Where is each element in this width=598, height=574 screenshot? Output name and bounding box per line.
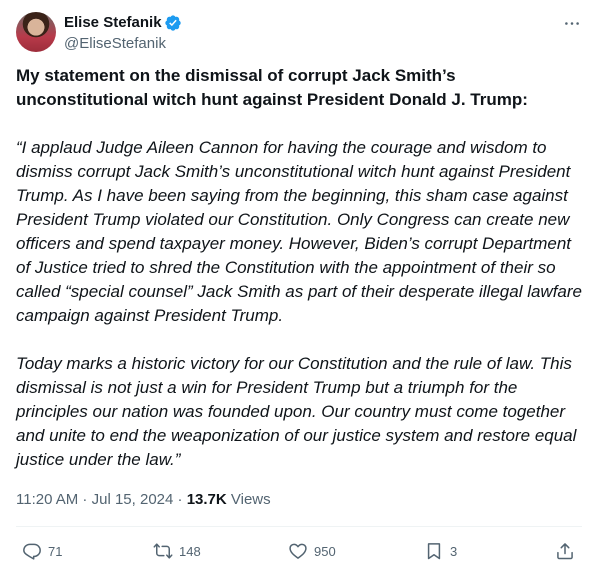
reply-button[interactable]: 71 [22, 541, 62, 561]
action-bar: 71 148 950 3 [16, 535, 582, 567]
share-button[interactable] [555, 541, 575, 561]
tweet-text: My statement on the dismissal of corrupt… [16, 64, 582, 472]
like-button[interactable]: 950 [288, 541, 336, 561]
heart-icon [289, 543, 307, 559]
tweet-date[interactable]: Jul 15, 2024 [92, 491, 174, 508]
reply-icon [23, 543, 41, 560]
tweet-paragraph-1: “I applaud Judge Aileen Cannon for havin… [16, 138, 582, 325]
tweet-time[interactable]: 11:20 AM [16, 491, 78, 508]
views-label: Views [226, 491, 271, 508]
verified-badge-icon[interactable] [164, 14, 182, 32]
meta-separator: · [173, 491, 187, 508]
tweet-header: Elise Stefanik @EliseStefanik [16, 12, 582, 54]
repost-icon [153, 543, 173, 559]
tweet-paragraph-2: Today marks a historic victory for our C… [16, 354, 577, 469]
meta-separator: · [78, 491, 92, 508]
divider [16, 526, 582, 527]
bookmark-icon [427, 543, 441, 560]
display-name[interactable]: Elise Stefanik [64, 13, 162, 33]
like-count: 950 [314, 543, 336, 559]
reply-count: 71 [48, 543, 63, 559]
tweet-intro: My statement on the dismissal of corrupt… [16, 66, 528, 109]
repost-count: 148 [179, 543, 201, 559]
share-icon [557, 543, 573, 560]
views-count: 13.7K [186, 491, 227, 508]
tweet-meta: 11:20 AM · Jul 15, 2024 · 13.7K Views [16, 488, 271, 512]
handle[interactable]: @EliseStefanik [64, 34, 182, 54]
repost-button[interactable]: 148 [153, 541, 201, 561]
avatar[interactable] [16, 12, 56, 52]
more-options-icon[interactable] [562, 15, 582, 31]
author-info: Elise Stefanik @EliseStefanik [64, 13, 182, 54]
bookmark-count: 3 [450, 543, 458, 559]
display-name-row: Elise Stefanik [64, 13, 182, 33]
tweet-card: Elise Stefanik @EliseStefanik My stateme… [0, 0, 598, 574]
bookmark-button[interactable]: 3 [424, 541, 457, 561]
